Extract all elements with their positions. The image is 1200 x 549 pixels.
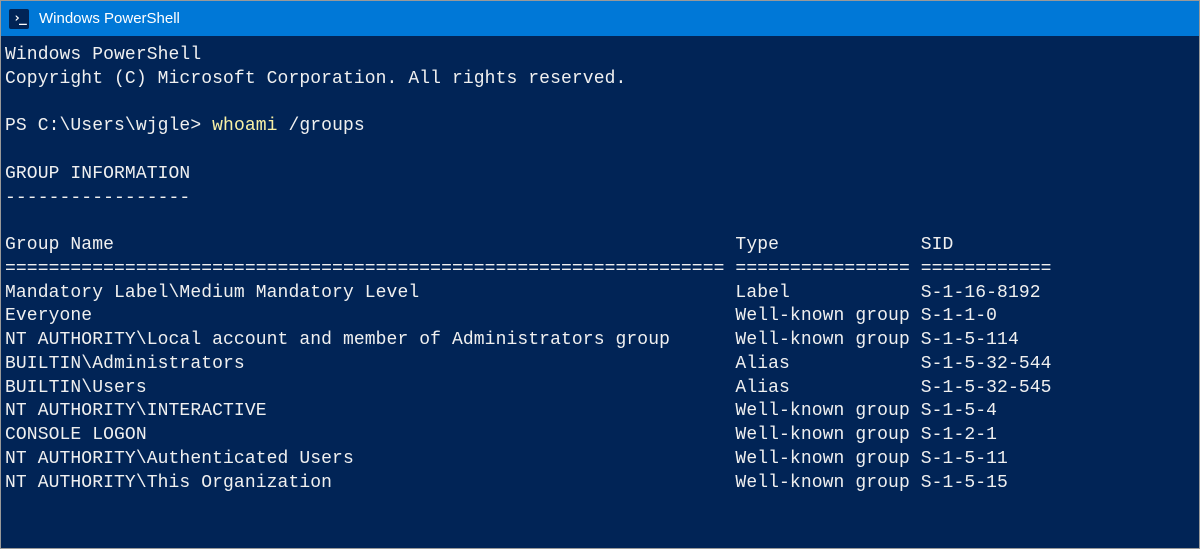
- table-row: Mandatory Label\Medium Mandatory Level L…: [5, 283, 1041, 303]
- table-row: NT AUTHORITY\INTERACTIVE Well-known grou…: [5, 401, 997, 421]
- window-title: Windows PowerShell: [39, 10, 180, 27]
- section-divider: -----------------: [5, 188, 190, 208]
- banner-line: Windows PowerShell: [5, 45, 201, 65]
- command-yellow: whoami: [212, 116, 277, 136]
- banner-line: Copyright (C) Microsoft Corporation. All…: [5, 69, 626, 89]
- table-row: CONSOLE LOGON Well-known group S-1-2-1: [5, 425, 997, 445]
- command-rest: /groups: [278, 116, 365, 136]
- terminal-output[interactable]: Windows PowerShell Copyright (C) Microso…: [1, 36, 1199, 499]
- titlebar[interactable]: Windows PowerShell: [1, 1, 1199, 36]
- table-row: NT AUTHORITY\This Organization Well-know…: [5, 473, 1008, 493]
- section-header: GROUP INFORMATION: [5, 164, 190, 184]
- prompt: PS C:\Users\wjgle>: [5, 116, 212, 136]
- table-row: BUILTIN\Administrators Alias S-1-5-32-54…: [5, 354, 1052, 374]
- table-row: NT AUTHORITY\Authenticated Users Well-kn…: [5, 449, 1008, 469]
- table-rule: ========================================…: [5, 259, 1052, 279]
- table-row: Everyone Well-known group S-1-1-0: [5, 306, 997, 326]
- powershell-icon: [9, 9, 29, 29]
- table-row: NT AUTHORITY\Local account and member of…: [5, 330, 1019, 350]
- table-header-row: Group Name Type SID: [5, 235, 953, 255]
- table-row: BUILTIN\Users Alias S-1-5-32-545: [5, 378, 1052, 398]
